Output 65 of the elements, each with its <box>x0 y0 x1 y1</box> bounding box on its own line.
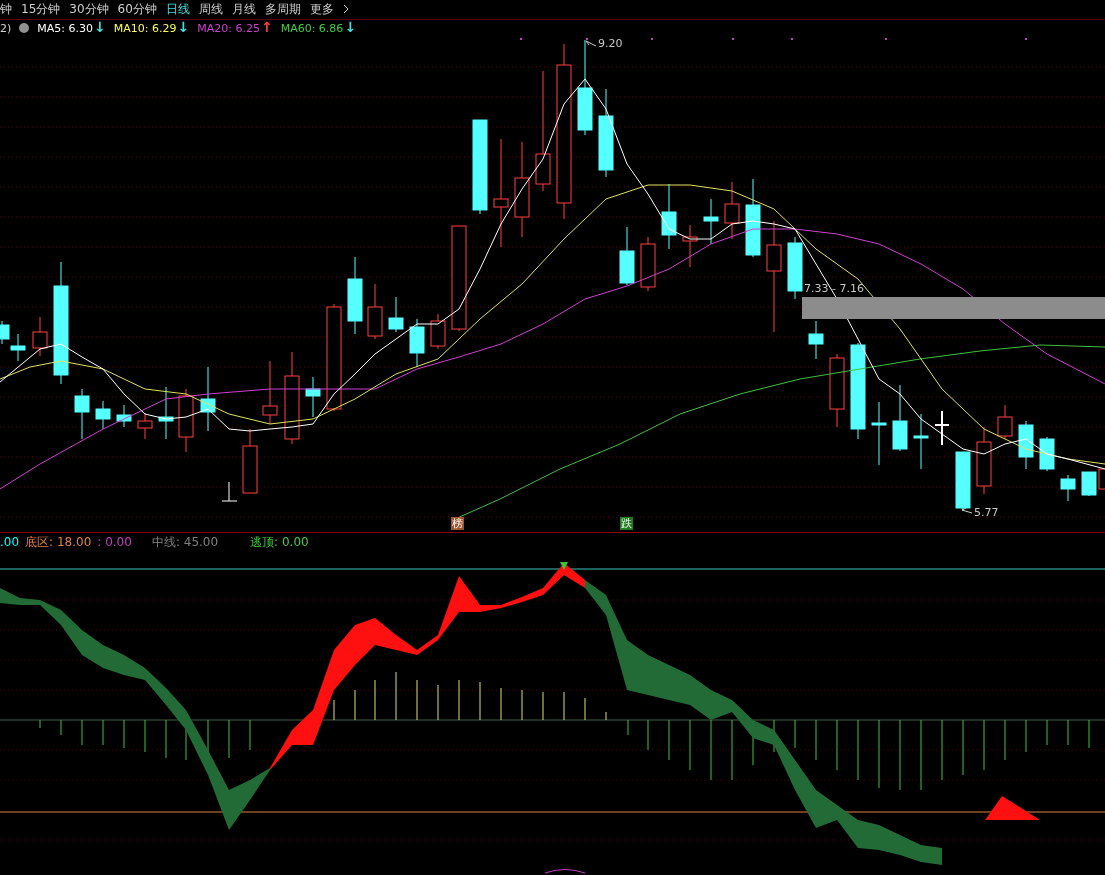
period-tab[interactable]: 30分钟 <box>69 0 109 18</box>
signal-triangle-icon <box>560 562 568 570</box>
candlestick <box>430 313 446 350</box>
pointer-arrow <box>585 40 597 47</box>
ma-legend-item: MA20: 6.25↑ <box>197 21 273 36</box>
candlestick <box>619 226 635 286</box>
low-price-label: 5.77 <box>974 506 999 520</box>
period-tab[interactable]: 日线 <box>165 0 190 18</box>
candlestick <box>913 413 929 470</box>
candlestick <box>787 236 803 300</box>
period-tab[interactable]: 月线 <box>231 0 256 18</box>
candlestick <box>682 224 698 268</box>
candlestick <box>934 410 950 447</box>
period-tab[interactable]: 更多 <box>309 0 334 18</box>
candlestick <box>32 316 48 357</box>
signal-mark: 跌 <box>620 517 633 531</box>
ma-legend-item: MA5: 6.30↓ <box>37 21 106 36</box>
indicator-legend-item: 底区: 18.00 <box>25 533 92 551</box>
candlestick <box>388 296 404 333</box>
candlestick <box>221 481 238 502</box>
candlestick <box>955 451 971 512</box>
candlestick <box>871 401 887 466</box>
period-tab[interactable]: 60分钟 <box>117 0 157 18</box>
indicator-band <box>985 796 1040 820</box>
ma-legend-item: MA10: 6.29↓ <box>113 21 190 36</box>
high-price-label: 9.20 <box>598 37 623 51</box>
period-tab[interactable]: 钟 <box>0 0 12 18</box>
candlestick <box>1060 474 1076 502</box>
candlestick <box>137 412 153 440</box>
candlestick <box>409 318 425 368</box>
candlestick <box>242 428 258 494</box>
candlestick <box>892 384 908 452</box>
candlestick <box>367 283 383 340</box>
settings-icon[interactable] <box>19 23 30 34</box>
period-tab[interactable]: 15分钟 <box>21 0 61 18</box>
candlestick <box>997 404 1013 440</box>
candlestick <box>1018 420 1034 470</box>
indicator-legend-item: .00 <box>0 535 20 550</box>
pointer-arrow <box>961 507 973 514</box>
indicator-legend-item: 逃顶: 0.00 <box>250 533 309 551</box>
indicator-legend-item: 中线: 45.00 <box>151 533 219 551</box>
signal-mark: 榜 <box>451 517 464 531</box>
candlestick <box>262 360 278 425</box>
candlestick <box>661 183 677 250</box>
price-range-label: 7.33 - 7.16 <box>804 282 864 296</box>
candlestick <box>95 400 111 430</box>
chevron-right-icon <box>342 4 349 15</box>
curve-line <box>544 869 586 874</box>
candlestick <box>116 404 132 428</box>
candlestick <box>724 181 740 240</box>
period-tab[interactable]: 周线 <box>198 0 223 18</box>
indicator-legend-item: : 0.00 <box>97 535 132 550</box>
candlestick <box>158 386 174 440</box>
candlestick <box>200 366 216 432</box>
candlestick <box>1039 436 1055 472</box>
ma-legend-item: MA60: 6.86↓ <box>280 21 357 36</box>
candlestick <box>305 376 321 418</box>
candlestick <box>178 388 194 453</box>
period-tab[interactable]: 多周期 <box>264 0 301 18</box>
candlestick <box>976 426 992 495</box>
legend-prefix: 2) <box>0 22 12 35</box>
candlestick <box>74 388 90 440</box>
candlestick <box>640 236 656 292</box>
candlestick <box>703 198 719 245</box>
candlestick <box>808 320 824 360</box>
